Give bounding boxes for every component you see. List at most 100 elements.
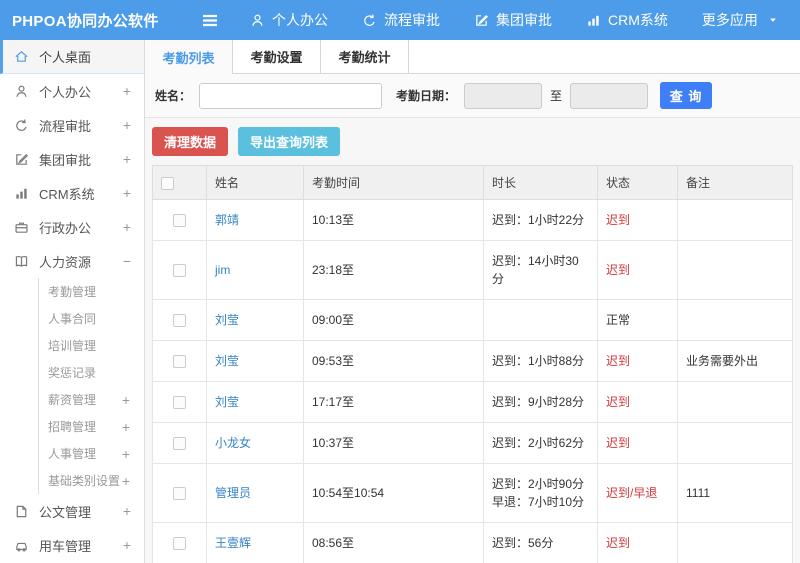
topnav-crm-system[interactable]: CRM系统 <box>569 0 685 40</box>
table-row: 刘莹 09:53至 迟到：1小时88分 迟到 业务需要外出 <box>152 340 793 382</box>
expand-toggle-icon[interactable]: + <box>122 473 130 489</box>
sidebar-subitem-label: 培训管理 <box>48 339 97 353</box>
row-checkbox[interactable] <box>173 537 186 551</box>
row-checkbox-cell <box>152 299 207 341</box>
status-cell: 迟到 <box>597 422 678 464</box>
expand-toggle-icon[interactable]: + <box>122 419 130 435</box>
sidebar-subitem-recruit-mgmt[interactable]: 招聘管理 + <box>39 413 144 440</box>
attendance-time-cell: 10:13至 <box>303 199 484 241</box>
note-cell <box>677 381 793 423</box>
note-cell: 1111 <box>677 463 793 523</box>
sidebar-subitem-personnel-mgmt[interactable]: 人事管理 + <box>39 440 144 467</box>
bar-chart-icon <box>586 13 601 28</box>
query-button[interactable]: 查 询 <box>660 82 713 109</box>
sidebar-subitem-reward-punish[interactable]: 奖惩记录 <box>39 359 144 386</box>
main-content: 考勤列表 考勤设置 考勤统计 姓名： 考勤日期： 至 查 询 清理数据 导出查询… <box>145 40 800 563</box>
row-checkbox[interactable] <box>173 396 186 410</box>
employee-name-link[interactable]: 王壹辉 <box>215 536 251 550</box>
name-cell: 刘莹 <box>206 381 304 423</box>
select-all-checkbox[interactable] <box>161 176 174 190</box>
employee-name-link[interactable]: 刘莹 <box>215 354 239 368</box>
expand-toggle-icon[interactable]: + <box>123 537 131 553</box>
sidebar-item-label: 用车管理 <box>39 538 92 554</box>
table-row: 王壹辉 08:56至 迟到：56分 迟到 <box>152 522 793 563</box>
row-checkbox[interactable] <box>173 437 186 451</box>
select-all-header-cell <box>152 165 207 200</box>
sidebar-item-vehicle-mgmt[interactable]: 用车管理 + <box>0 528 144 562</box>
duration-cell: 迟到：1小时22分 <box>483 199 598 241</box>
sidebar-subitem-label: 人事合同 <box>48 312 97 326</box>
sidebar-item-personal-office[interactable]: 个人办公 + <box>0 74 144 108</box>
column-header: 考勤时间 <box>303 165 484 200</box>
status-cell: 正常 <box>597 299 678 341</box>
row-checkbox[interactable] <box>173 355 186 369</box>
sidebar-item-hr[interactable]: 人力资源 − <box>0 244 144 278</box>
sidebar-subitem-base-category[interactable]: 基础类别设置 + <box>39 467 144 494</box>
expand-toggle-icon[interactable]: + <box>123 219 131 235</box>
name-filter-input[interactable] <box>199 82 383 109</box>
sidebar-item-label: 行政办公 <box>39 220 92 236</box>
employee-name-link[interactable]: jim <box>215 263 230 277</box>
tab-label: 考勤统计 <box>338 50 391 65</box>
tab-attendance-settings[interactable]: 考勤设置 <box>233 40 321 73</box>
sidebar-item-label: 个人桌面 <box>39 50 92 65</box>
tab-attendance-list[interactable]: 考勤列表 <box>145 40 233 74</box>
employee-name-link[interactable]: 刘莹 <box>215 395 239 409</box>
expand-toggle-icon[interactable]: + <box>123 185 131 201</box>
note-cell: 业务需要外出 <box>677 340 793 382</box>
attendance-time-cell: 10:37至 <box>303 422 484 464</box>
expand-toggle-icon[interactable]: − <box>123 253 131 269</box>
employee-name-link[interactable]: 郭靖 <box>215 213 239 227</box>
sidebar-item-admin-office[interactable]: 行政办公 + <box>0 210 144 244</box>
sidebar-item-group-approval[interactable]: 集团审批 + <box>0 142 144 176</box>
process-icon <box>362 13 377 28</box>
date-to-input[interactable] <box>570 82 649 109</box>
row-checkbox[interactable] <box>173 264 186 278</box>
sidebar-subitem-salary-mgmt[interactable]: 薪资管理 + <box>39 386 144 413</box>
topnav-personal-office[interactable]: 个人办公 <box>233 0 345 40</box>
topnav-group-approval[interactable]: 集团审批 <box>457 0 569 40</box>
sidebar-subitem-attendance-mgmt[interactable]: 考勤管理 <box>39 278 144 305</box>
clean-data-button[interactable]: 清理数据 <box>152 127 229 156</box>
name-cell: 王壹辉 <box>206 522 304 563</box>
employee-name-link[interactable]: 小龙女 <box>215 436 251 450</box>
sidebar-subitem-training-mgmt[interactable]: 培训管理 <box>39 332 144 359</box>
briefcase-icon <box>14 220 31 235</box>
sidebar-item-document-mgmt[interactable]: 公文管理 + <box>0 494 144 528</box>
nav-label: 流程审批 <box>384 12 440 28</box>
row-checkbox[interactable] <box>173 214 186 228</box>
nav-label: 更多应用 <box>701 12 758 28</box>
sidebar-item-personal-desktop[interactable]: 个人桌面 <box>0 40 144 74</box>
employee-name-link[interactable]: 刘莹 <box>215 313 239 327</box>
sidebar-subitem-hr-contract[interactable]: 人事合同 <box>39 305 144 332</box>
name-cell: 管理员 <box>206 463 304 523</box>
column-header: 姓名 <box>206 165 304 200</box>
expand-toggle-icon[interactable]: + <box>123 83 131 99</box>
status-cell: 迟到 <box>597 199 678 241</box>
column-header: 备注 <box>677 165 793 200</box>
export-list-button[interactable]: 导出查询列表 <box>238 127 341 156</box>
duration-cell <box>483 299 598 341</box>
sidebar-item-workflow-approval[interactable]: 流程审批 + <box>0 108 144 142</box>
hamburger-icon[interactable] <box>201 13 219 28</box>
expand-toggle-icon[interactable]: + <box>123 503 131 519</box>
name-filter-label: 姓名： <box>155 89 192 103</box>
topnav-workflow-approval[interactable]: 流程审批 <box>345 0 457 40</box>
column-header: 时长 <box>483 165 598 200</box>
app-logo: PHPOA协同办公软件 <box>12 12 159 30</box>
action-bar: 清理数据 导出查询列表 <box>145 118 800 165</box>
tab-attendance-stats[interactable]: 考勤统计 <box>321 40 409 73</box>
status-cell: 迟到 <box>597 240 678 300</box>
expand-toggle-icon[interactable]: + <box>122 392 130 408</box>
employee-name-link[interactable]: 管理员 <box>215 486 251 500</box>
date-from-input[interactable] <box>464 82 543 109</box>
expand-toggle-icon[interactable]: + <box>123 117 131 133</box>
expand-toggle-icon[interactable]: + <box>122 446 130 462</box>
sidebar-item-crm-system[interactable]: CRM系统 + <box>0 176 144 210</box>
expand-toggle-icon[interactable]: + <box>123 151 131 167</box>
row-checkbox[interactable] <box>173 487 186 501</box>
topnav-more-apps[interactable]: 更多应用 <box>685 0 795 40</box>
bar-chart-icon <box>14 186 31 201</box>
note-cell <box>677 299 793 341</box>
row-checkbox[interactable] <box>173 314 186 328</box>
